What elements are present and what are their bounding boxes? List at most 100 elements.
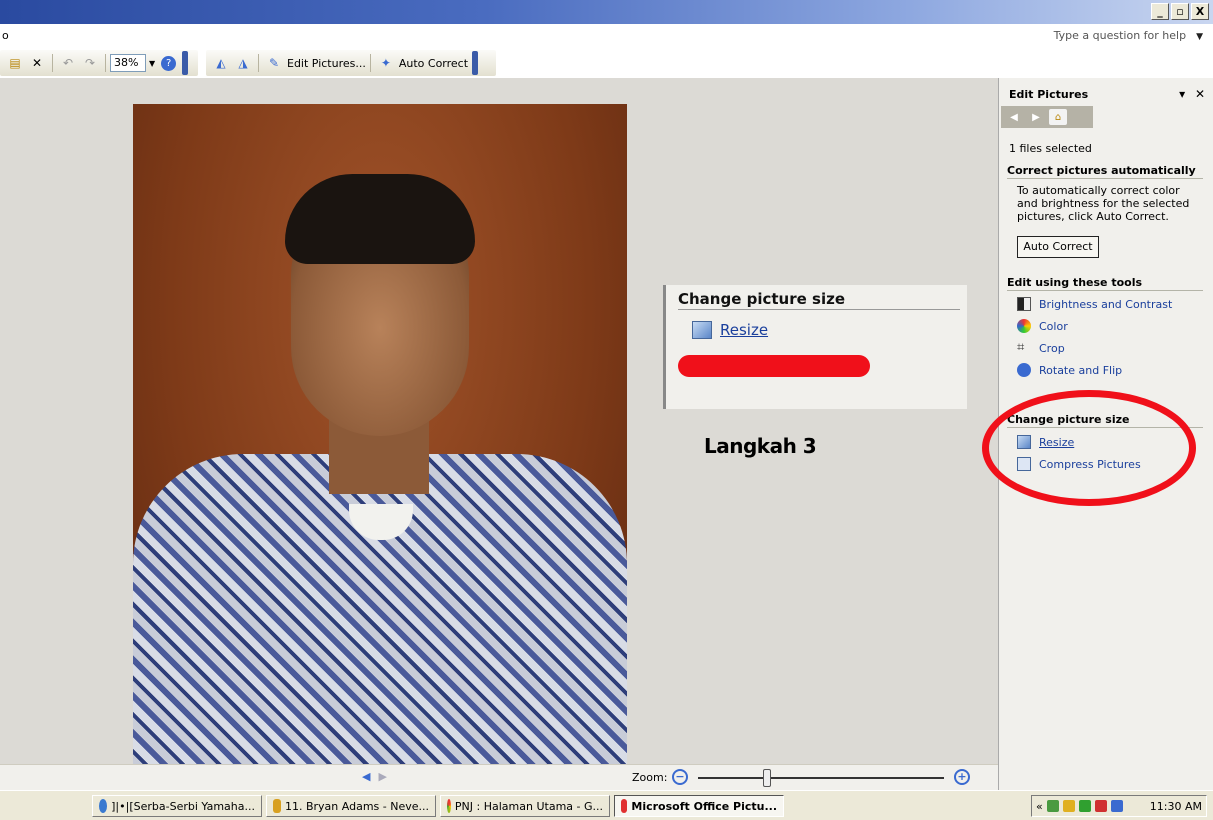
tray-expand-icon[interactable]: « xyxy=(1036,800,1043,813)
standard-toolbar: ▤ ✕ ↶ ↷ 38% ▼ ? xyxy=(0,50,198,76)
taskbar-item[interactable]: ]|•|[Serba-Serbi Yamaha... xyxy=(92,795,262,817)
taskbar-item-active[interactable]: Microsoft Office Pictu... xyxy=(614,795,784,817)
callout-resize[interactable]: Resize xyxy=(692,321,768,339)
chevron-down-icon[interactable]: ▼ xyxy=(1196,32,1203,42)
photo[interactable] xyxy=(133,104,627,766)
red-circle-annotation xyxy=(982,390,1196,506)
maximize-button[interactable]: ▫ xyxy=(1171,3,1189,20)
tray-icon[interactable] xyxy=(1094,800,1107,812)
separator xyxy=(369,54,371,72)
auto-correct-button[interactable]: Auto Correct xyxy=(1017,236,1099,258)
delete-icon[interactable]: ✕ xyxy=(28,54,46,72)
tray-icon[interactable] xyxy=(1110,800,1123,812)
separator xyxy=(258,54,259,72)
taskbar: ]|•|[Serba-Serbi Yamaha... 11. Bryan Ada… xyxy=(0,790,1213,820)
pane-controls: ▾ ✕ xyxy=(1179,87,1205,101)
chrome-icon xyxy=(447,799,451,813)
crop-icon: ⌗ xyxy=(1017,340,1025,355)
tool-color[interactable]: Color xyxy=(1017,319,1068,333)
chevron-down-icon[interactable]: ▼ xyxy=(149,59,155,68)
tray-icon[interactable] xyxy=(1046,800,1059,812)
redo-icon[interactable]: ↷ xyxy=(81,54,99,72)
photo-hair xyxy=(285,174,475,264)
zoom-in-icon[interactable]: + xyxy=(954,769,970,785)
tool-rotate[interactable]: Rotate and Flip xyxy=(1017,363,1122,377)
taskbar-item[interactable]: PNJ : Halaman Utama - G... xyxy=(440,795,610,817)
edit-pictures-icon[interactable]: ✎ xyxy=(265,54,283,72)
taskbar-item[interactable]: 11. Bryan Adams - Neve... xyxy=(266,795,436,817)
back-icon[interactable]: ◀ xyxy=(1005,109,1023,125)
toolbar: ▤ ✕ ↶ ↷ 38% ▼ ? ◭ ◮ ✎ Edit Pictures... ✦ … xyxy=(0,48,1213,78)
zoom-label: Zoom: xyxy=(632,771,668,784)
winamp-icon xyxy=(273,799,281,813)
menu-item[interactable]: o xyxy=(2,29,9,42)
paste-icon[interactable]: ▤ xyxy=(6,54,24,72)
minimize-button[interactable]: _ xyxy=(1151,3,1169,20)
system-tray: « 11:30 AM xyxy=(1031,795,1207,817)
brightness-icon xyxy=(1017,297,1031,311)
separator xyxy=(105,54,106,72)
help-input[interactable]: Type a question for help xyxy=(1054,29,1186,42)
rotate-right-icon[interactable]: ◮ xyxy=(234,54,252,72)
zoom-slider-thumb[interactable] xyxy=(763,769,771,787)
callout-title: Change picture size xyxy=(678,290,846,308)
red-highlight-mark xyxy=(678,355,870,377)
home-icon[interactable]: ⌂ xyxy=(1049,109,1067,125)
pane-menu-icon[interactable]: ▾ xyxy=(1179,87,1185,101)
picture-view: Change picture size Resize Langkah 3 xyxy=(0,78,998,766)
pane-title: Edit Pictures xyxy=(1009,88,1089,101)
edit-pictures-button[interactable]: Edit Pictures... xyxy=(287,57,366,70)
picture-manager-icon xyxy=(621,799,628,813)
separator xyxy=(52,54,53,72)
taskbar-item-label: 11. Bryan Adams - Neve... xyxy=(284,799,429,813)
tray-icon[interactable] xyxy=(1078,800,1091,812)
tool-crop-label[interactable]: Crop xyxy=(1039,342,1065,355)
zoom-out-icon[interactable]: − xyxy=(672,769,688,785)
tool-color-label[interactable]: Color xyxy=(1039,320,1068,333)
callout-divider xyxy=(678,309,960,310)
next-icon[interactable]: ▶ xyxy=(378,770,394,783)
close-button[interactable]: X xyxy=(1191,3,1209,20)
window-controls: _ ▫ X xyxy=(1151,3,1209,20)
section-auto-correct: Correct pictures automatically xyxy=(1007,164,1203,179)
undo-icon[interactable]: ↶ xyxy=(59,54,77,72)
close-icon[interactable]: ✕ xyxy=(1195,87,1205,101)
toolbar-grip[interactable] xyxy=(472,51,479,75)
resize-icon xyxy=(692,321,712,339)
help-box[interactable]: Type a question for help ▼ xyxy=(1054,29,1203,42)
taskbar-item-label: PNJ : Halaman Utama - G... xyxy=(454,799,603,813)
taskbar-item-label: Microsoft Office Pictu... xyxy=(631,799,777,813)
rotate-icon xyxy=(1017,363,1031,377)
step-annotation: Langkah 3 xyxy=(704,434,817,458)
ie-icon xyxy=(99,799,108,813)
forward-icon[interactable]: ▶ xyxy=(1027,109,1045,125)
tray-icon[interactable] xyxy=(1062,800,1075,812)
title-bar: _ ▫ X xyxy=(0,0,1213,24)
files-selected-text: 1 files selected xyxy=(1009,142,1092,155)
callout-resize-link[interactable]: Resize xyxy=(720,321,768,339)
tool-rotate-label[interactable]: Rotate and Flip xyxy=(1039,364,1122,377)
pane-navigation: ◀ ▶ ⌂ xyxy=(1001,106,1093,128)
photo-shirt xyxy=(133,454,627,766)
zoomed-callout: Change picture size Resize xyxy=(663,285,967,409)
tool-brightness[interactable]: Brightness and Contrast xyxy=(1017,297,1172,311)
tool-crop[interactable]: ⌗ Crop xyxy=(1017,341,1065,355)
nav-arrows: ◀▶ xyxy=(362,770,395,783)
picture-toolbar: ◭ ◮ ✎ Edit Pictures... ✦ Auto Correct xyxy=(206,50,496,76)
rotate-left-icon[interactable]: ◭ xyxy=(212,54,230,72)
zoom-slider-track[interactable] xyxy=(698,777,944,779)
zoom-select[interactable]: 38% xyxy=(110,54,146,72)
color-icon xyxy=(1017,319,1031,333)
menu-bar: o Type a question for help ▼ xyxy=(0,24,1213,48)
taskbar-item-label: ]|•|[Serba-Serbi Yamaha... xyxy=(111,799,255,813)
tool-brightness-label[interactable]: Brightness and Contrast xyxy=(1039,298,1172,311)
auto-correct-icon[interactable]: ✦ xyxy=(377,54,395,72)
toolbar-grip[interactable] xyxy=(182,51,189,75)
clock: 11:30 AM xyxy=(1149,799,1202,813)
section-edit-tools: Edit using these tools xyxy=(1007,276,1203,291)
nav-zoom-bar: ◀▶ Zoom: − + xyxy=(0,764,998,790)
auto-correct-description: To automatically correct color and brigh… xyxy=(1017,184,1190,223)
previous-icon[interactable]: ◀ xyxy=(362,770,378,783)
help-icon[interactable]: ? xyxy=(161,55,177,71)
auto-correct-button[interactable]: Auto Correct xyxy=(399,57,468,70)
